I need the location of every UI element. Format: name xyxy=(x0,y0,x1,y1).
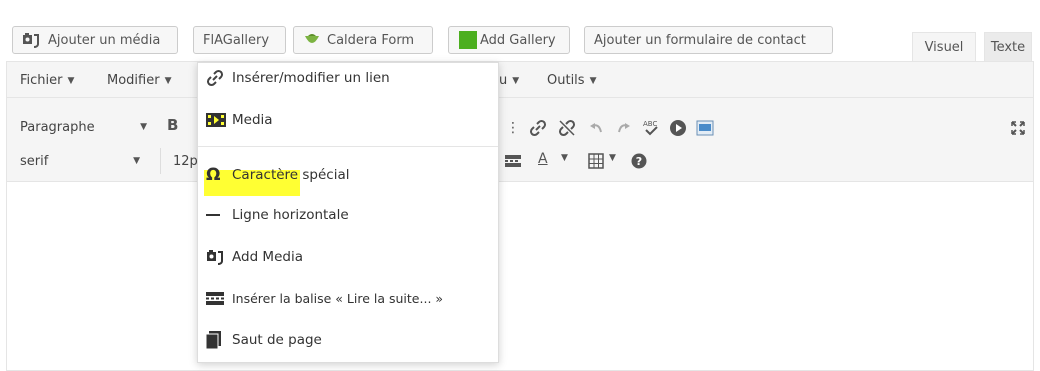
text-color-label: A xyxy=(538,151,548,167)
media-icon xyxy=(206,113,226,127)
bold-button[interactable]: B xyxy=(167,116,178,134)
menu-item-read-more[interactable]: Insérer la balise « Lire la suite... » xyxy=(206,291,443,306)
redo-icon[interactable] xyxy=(612,117,634,139)
menu-item-label: Insérer/modifier un lien xyxy=(232,70,390,86)
add-contact-form-button[interactable]: Ajouter un formulaire de contact xyxy=(584,26,833,54)
align-icon[interactable]: ⋮ xyxy=(502,117,524,139)
add-media-icon xyxy=(206,249,226,265)
tab-visuel-label: Visuel xyxy=(924,40,964,55)
tab-visuel[interactable]: Visuel xyxy=(912,32,976,62)
text-color-button[interactable]: A xyxy=(538,151,548,167)
menu-item-media[interactable]: Media xyxy=(206,112,273,128)
spellcheck-icon[interactable]: ABC xyxy=(640,117,662,139)
menu-divider xyxy=(198,146,498,147)
add-gallery-label: Add Gallery xyxy=(480,32,556,48)
font-family-value: serif xyxy=(20,153,49,169)
undo-icon[interactable] xyxy=(586,117,608,139)
chevron-down-icon: ▼ xyxy=(512,75,520,86)
chevron-down-icon: ▼ xyxy=(67,75,75,86)
menu-item-horizontal-line[interactable]: Ligne horizontale xyxy=(206,207,349,223)
hr-icon xyxy=(206,213,226,217)
menu-fichier[interactable]: Fichier ▼ xyxy=(20,73,74,88)
menu-outils[interactable]: Outils ▼ xyxy=(547,73,597,88)
add-media-button[interactable]: Ajouter un média xyxy=(12,26,178,54)
flagallery-button[interactable]: FlAGallery xyxy=(193,26,286,54)
menu-item-label: Media xyxy=(232,112,273,128)
read-more-icon[interactable] xyxy=(502,150,524,172)
chevron-down-icon: ▼ xyxy=(133,156,140,166)
menu-item-label: Saut de page xyxy=(232,332,322,348)
menu-insert[interactable]: u ▼ xyxy=(499,73,519,88)
svg-text:?: ? xyxy=(636,155,642,168)
menu-modifier[interactable]: Modifier ▼ xyxy=(107,73,172,88)
format-select-value: Paragraphe xyxy=(20,119,95,135)
font-family-select[interactable]: serif ▼ xyxy=(20,148,148,174)
read-more-icon xyxy=(206,292,226,305)
add-contact-form-label: Ajouter un formulaire de contact xyxy=(594,32,806,48)
link-icon[interactable] xyxy=(527,117,549,139)
page-break-icon xyxy=(206,331,226,349)
chevron-down-icon: ▼ xyxy=(164,75,172,86)
chevron-down-icon: ▼ xyxy=(140,122,147,132)
format-select[interactable]: Paragraphe ▼ xyxy=(20,114,155,140)
caldera-form-label: Caldera Form xyxy=(327,32,415,48)
add-gallery-button[interactable]: Add Gallery xyxy=(448,26,570,54)
chevron-down-icon: ▼ xyxy=(589,75,597,86)
green-square-icon xyxy=(459,31,477,49)
menu-item-page-break[interactable]: Saut de page xyxy=(206,331,322,349)
menu-item-label: Add Media xyxy=(232,249,303,265)
menu-fichier-label: Fichier xyxy=(20,73,63,88)
play-icon[interactable] xyxy=(667,117,689,139)
add-media-label: Ajouter un média xyxy=(48,32,161,48)
image-icon[interactable] xyxy=(694,117,716,139)
tab-texte[interactable]: Texte xyxy=(984,32,1032,62)
menu-insert-label: u xyxy=(499,73,508,88)
link-icon xyxy=(206,69,226,87)
font-size-select[interactable]: 12p xyxy=(160,148,198,174)
font-size-value: 12p xyxy=(173,153,198,169)
unlink-icon[interactable] xyxy=(556,117,578,139)
menu-item-add-media[interactable]: Add Media xyxy=(206,249,303,265)
bold-label: B xyxy=(167,116,179,134)
menu-item-label: Caractère spécial xyxy=(232,167,350,183)
fullscreen-icon[interactable] xyxy=(1007,117,1029,139)
tab-texte-label: Texte xyxy=(990,40,1026,55)
insert-dropdown-menu: Insérer/modifier un lien Media Ω Caractè… xyxy=(197,62,499,363)
svg-text:ABC: ABC xyxy=(643,120,657,128)
chevron-down-icon[interactable]: ▼ xyxy=(609,153,616,163)
menu-item-label: Ligne horizontale xyxy=(232,207,349,223)
menu-item-special-character[interactable]: Ω Caractère spécial xyxy=(206,165,350,185)
menu-item-label: Insérer la balise « Lire la suite... » xyxy=(232,291,444,306)
chevron-down-icon[interactable]: ▼ xyxy=(561,153,568,163)
menu-item-insert-link[interactable]: Insérer/modifier un lien xyxy=(206,69,390,87)
omega-icon: Ω xyxy=(206,165,221,185)
menu-outils-label: Outils xyxy=(547,73,585,88)
table-icon[interactable] xyxy=(585,150,607,172)
menu-modifier-label: Modifier xyxy=(107,73,160,88)
caldera-form-button[interactable]: Caldera Form xyxy=(293,26,433,54)
help-icon[interactable]: ? xyxy=(628,150,650,172)
caldera-icon xyxy=(303,32,321,48)
flagallery-label: FlAGallery xyxy=(203,32,270,48)
add-media-icon xyxy=(22,32,42,48)
